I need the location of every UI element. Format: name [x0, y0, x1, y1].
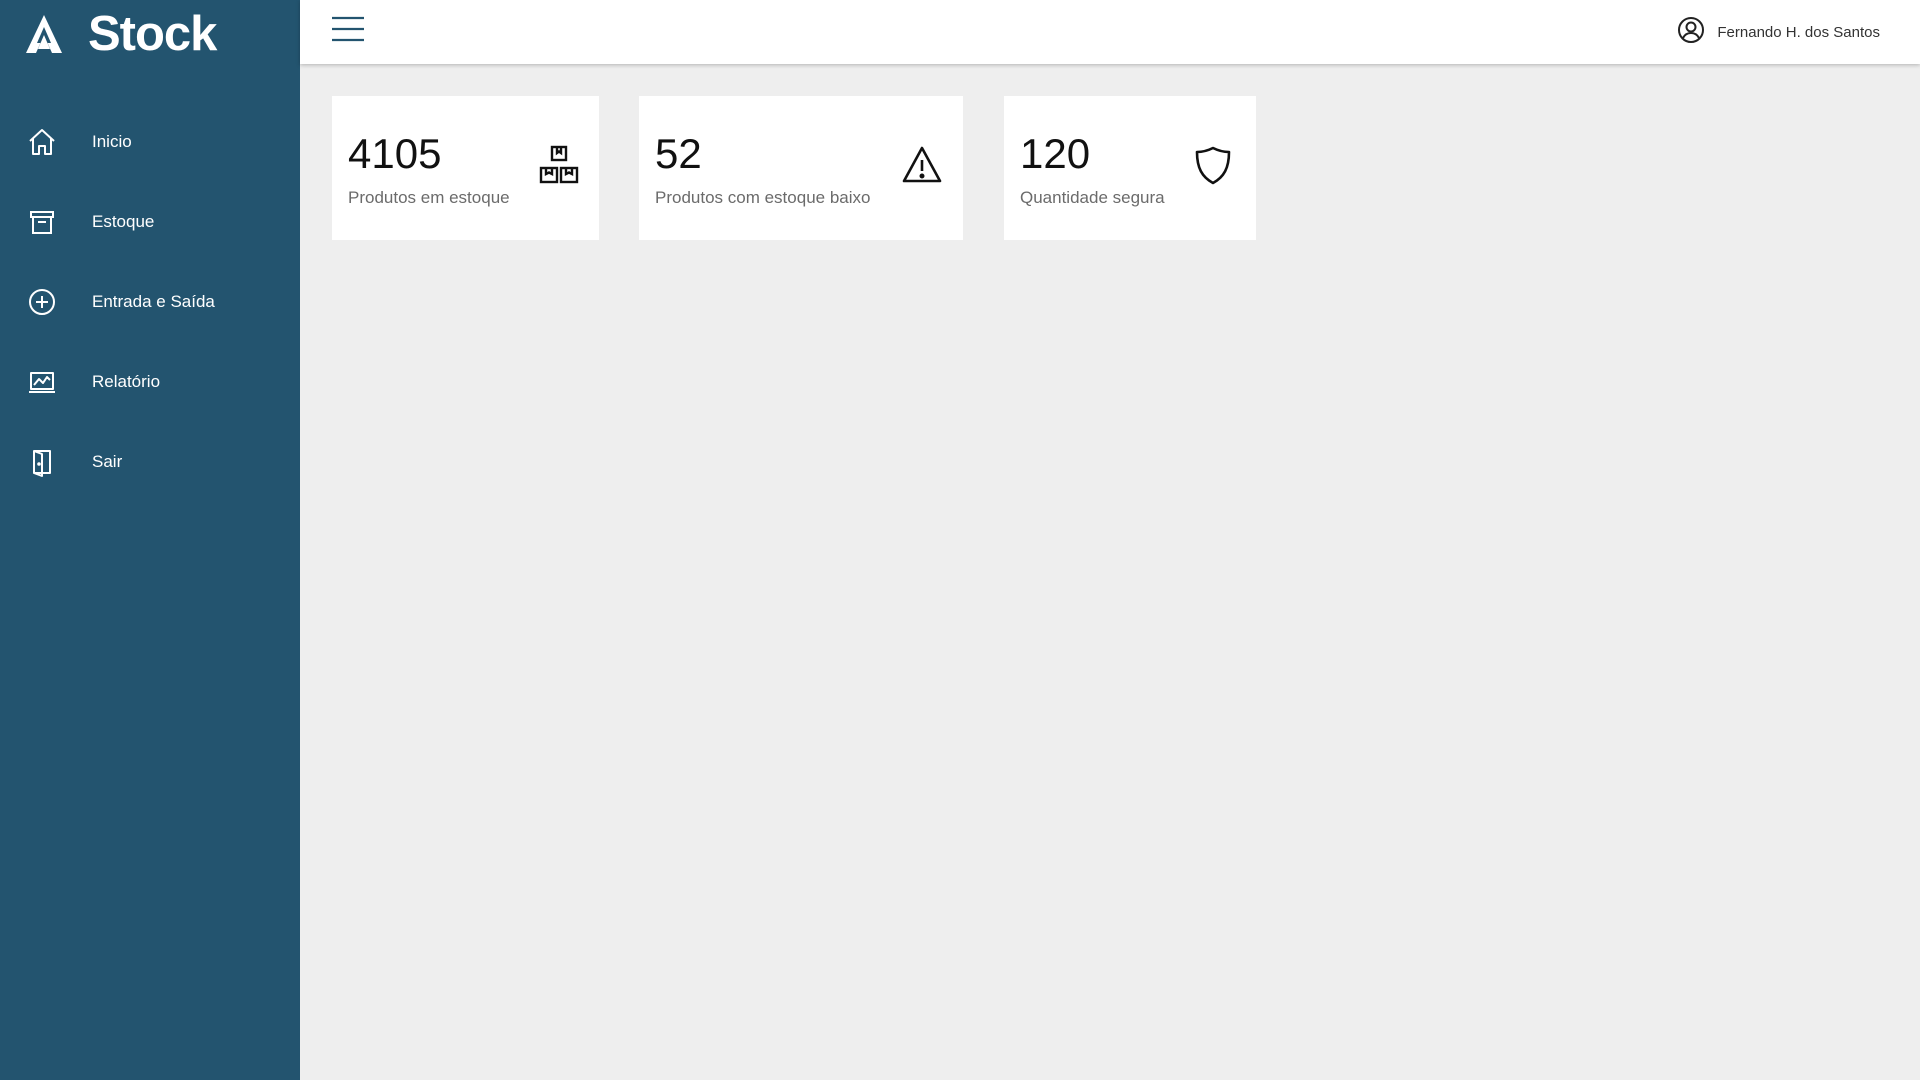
stat-label: Produtos com estoque baixo — [655, 188, 871, 207]
sidebar-item-label: Sair — [92, 452, 123, 471]
archive-box-icon — [26, 206, 58, 238]
sidebar-item-label: Inicio — [92, 132, 132, 151]
top-bar: Fernando H. dos Santos — [300, 0, 1920, 64]
user-circle-icon — [1677, 16, 1705, 49]
logo-icon — [26, 15, 62, 53]
door-exit-icon — [26, 446, 58, 478]
sidebar: Stock Inicio Estoque Entrada e Saída Rel… — [0, 0, 300, 1080]
sidebar-item-estoque[interactable]: Estoque — [0, 182, 300, 262]
sidebar-item-label: Entrada e Saída — [92, 292, 215, 311]
plus-circle-icon — [26, 286, 58, 318]
stat-card-produtos-com-estoque-baixo[interactable]: 52 Produtos com estoque baixo — [639, 96, 963, 240]
hamburger-menu-icon[interactable] — [330, 14, 366, 44]
stat-value: 52 — [655, 130, 702, 177]
stat-value: 120 — [1020, 130, 1091, 177]
brand[interactable]: Stock — [24, 6, 217, 62]
sidebar-item-relatorio[interactable]: Relatório — [0, 342, 300, 422]
shield-icon — [1192, 144, 1234, 186]
stat-label: Produtos em estoque — [348, 188, 510, 207]
stat-card-quantidade-segura[interactable]: 120 Quantidade segura — [1004, 96, 1256, 240]
user-name: Fernando H. dos Santos — [1717, 23, 1880, 41]
app-name: Stock — [88, 7, 217, 61]
chart-report-icon — [26, 366, 58, 398]
sidebar-item-inicio[interactable]: Inicio — [0, 102, 300, 182]
sidebar-nav: Inicio Estoque Entrada e Saída Relatório… — [0, 102, 300, 502]
sidebar-item-sair[interactable]: Sair — [0, 422, 300, 502]
warning-triangle-icon — [901, 144, 943, 186]
stat-value: 4105 — [348, 130, 442, 177]
stat-label: Quantidade segura — [1020, 188, 1165, 207]
sidebar-item-entrada-e-saida[interactable]: Entrada e Saída — [0, 262, 300, 342]
user-menu[interactable]: Fernando H. dos Santos — [1677, 16, 1880, 48]
sidebar-item-label: Estoque — [92, 212, 155, 231]
sidebar-item-label: Relatório — [92, 372, 161, 391]
home-icon — [26, 126, 58, 158]
boxes-icon — [538, 144, 580, 186]
stat-card-produtos-em-estoque[interactable]: 4105 Produtos em estoque — [332, 96, 599, 240]
